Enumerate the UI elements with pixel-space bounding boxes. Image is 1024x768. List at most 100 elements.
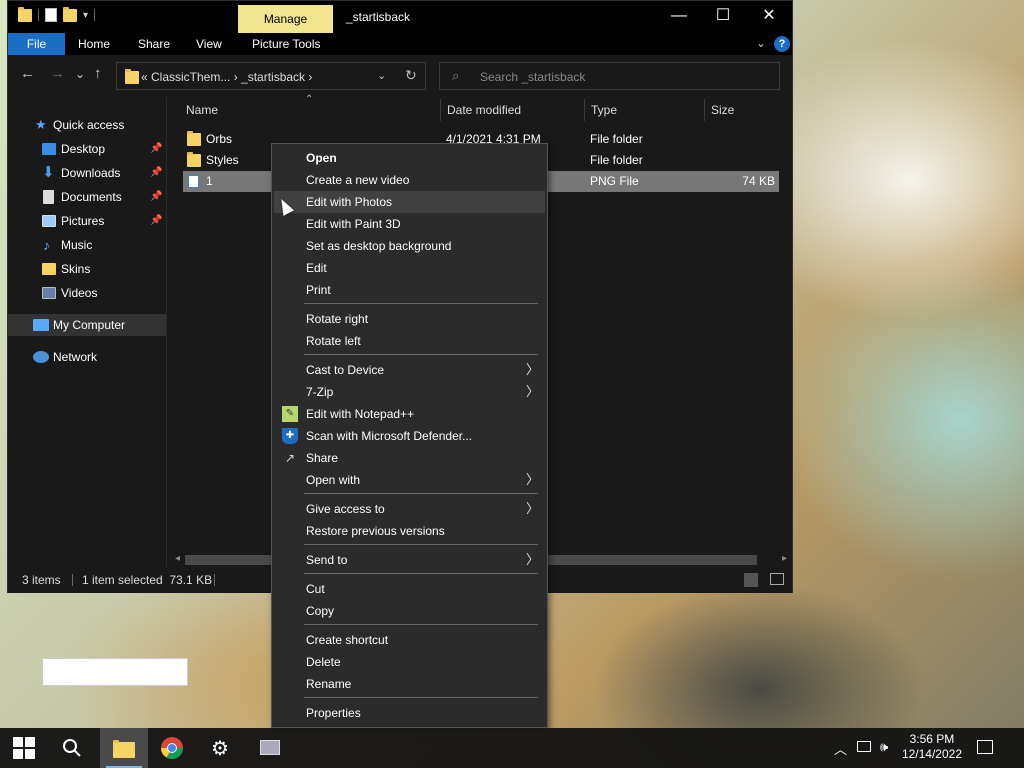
menu-separator xyxy=(304,697,538,698)
pin-icon[interactable]: 📌 xyxy=(150,138,162,160)
network-tray-icon[interactable] xyxy=(857,741,871,752)
column-header-date[interactable]: Date modified xyxy=(447,97,521,123)
sidebar-item-desktop[interactable]: Desktop 📌 xyxy=(8,138,166,160)
minimize-button[interactable]: — xyxy=(656,1,702,31)
maximize-button[interactable]: ☐ xyxy=(700,1,746,31)
menu-item-edit-with-paint3d[interactable]: Edit with Paint 3D xyxy=(274,213,545,235)
sidebar-item-documents[interactable]: Documents 📌 xyxy=(8,186,166,208)
scroll-right-icon[interactable]: ▸ xyxy=(782,553,787,564)
pin-icon[interactable]: 📌 xyxy=(150,162,162,184)
menu-item-rotate-left[interactable]: Rotate left xyxy=(274,330,545,352)
menu-item-create-shortcut[interactable]: Create shortcut xyxy=(274,629,545,651)
menu-item-label: Cut xyxy=(306,582,325,596)
menu-item-restore-versions[interactable]: Restore previous versions xyxy=(274,520,545,542)
menu-item-send-to[interactable]: Send to 〉 xyxy=(274,549,545,571)
sidebar-item-pictures[interactable]: Pictures 📌 xyxy=(8,210,166,232)
menu-item-edit-with-notepadpp[interactable]: ✎ Edit with Notepad++ xyxy=(274,403,545,425)
properties-icon[interactable] xyxy=(45,8,57,22)
up-arrow-icon[interactable]: ↑ xyxy=(94,65,102,82)
menu-separator xyxy=(304,303,538,304)
tab-home[interactable]: Home xyxy=(78,33,110,55)
tab-picture-tools[interactable]: Picture Tools xyxy=(252,33,320,55)
pin-icon[interactable]: 📌 xyxy=(150,210,162,232)
folder-icon[interactable] xyxy=(18,6,32,22)
file-name: Orbs xyxy=(206,132,233,146)
sidebar-item-videos[interactable]: Videos xyxy=(8,282,166,304)
sidebar-item-quick-access[interactable]: ★ Quick access xyxy=(8,114,166,136)
menu-item-set-desktop-background[interactable]: Set as desktop background xyxy=(274,235,545,257)
menu-item-edit-with-photos[interactable]: Edit with Photos xyxy=(274,191,545,213)
column-header-size[interactable]: Size xyxy=(711,97,734,123)
sidebar-item-label: Desktop xyxy=(61,142,106,156)
system-clock[interactable]: 3:56 PM 12/14/2022 xyxy=(902,732,962,762)
show-hidden-icons-icon[interactable]: ︿ xyxy=(834,739,847,758)
column-divider[interactable] xyxy=(704,99,705,121)
taskbar-file-explorer[interactable] xyxy=(100,728,148,768)
sidebar-item-downloads[interactable]: ⬇ Downloads 📌 xyxy=(8,162,166,184)
menu-item-copy[interactable]: Copy xyxy=(274,600,545,622)
desktop-rename-box[interactable] xyxy=(42,658,188,686)
customize-toolbar-icon[interactable]: ▾ xyxy=(83,10,88,21)
column-divider[interactable] xyxy=(584,99,585,121)
refresh-icon[interactable]: ↻ xyxy=(405,67,417,84)
address-path[interactable]: « ClassicThem... › _startisback › xyxy=(141,70,312,84)
menu-item-rename[interactable]: Rename xyxy=(274,673,545,695)
address-bar[interactable]: « ClassicThem... › _startisback › ⌄ ↻ xyxy=(116,62,426,90)
start-button[interactable] xyxy=(0,728,48,768)
expand-ribbon-icon[interactable]: ⌄ xyxy=(756,36,766,50)
menu-item-label: Share xyxy=(306,451,339,465)
pin-icon[interactable]: 📌 xyxy=(150,186,162,208)
search-placeholder[interactable]: Search _startisback xyxy=(480,70,585,84)
menu-item-scan-defender[interactable]: ✚ Scan with Microsoft Defender... xyxy=(274,425,545,447)
menu-item-edit[interactable]: Edit xyxy=(274,257,545,279)
taskbar-chrome[interactable] xyxy=(148,728,196,768)
menu-item-properties[interactable]: Properties xyxy=(274,702,545,724)
menu-item-open-with[interactable]: Open with 〉 xyxy=(274,469,545,491)
notifications-icon[interactable] xyxy=(977,740,993,754)
menu-item-give-access[interactable]: Give access to 〉 xyxy=(274,498,545,520)
column-divider[interactable] xyxy=(440,99,441,121)
sidebar-item-label: My Computer xyxy=(53,318,126,332)
menu-item-rotate-right[interactable]: Rotate right xyxy=(274,308,545,330)
address-dropdown-icon[interactable]: ⌄ xyxy=(377,69,386,82)
menu-item-print[interactable]: Print xyxy=(274,279,545,301)
menu-item-label: Send to xyxy=(306,553,348,567)
menu-item-open[interactable]: Open xyxy=(274,147,545,169)
sidebar-item-music[interactable]: ♪ Music xyxy=(8,234,166,256)
menu-item-share[interactable]: ↗ Share xyxy=(274,447,545,469)
chrome-icon xyxy=(161,737,183,759)
details-view-icon[interactable] xyxy=(744,573,758,587)
menu-item-label: Open with xyxy=(306,473,361,487)
manage-tab[interactable]: Manage xyxy=(238,5,333,33)
close-button[interactable]: ✕ xyxy=(746,1,792,31)
submenu-arrow-icon: 〉 xyxy=(525,552,539,567)
search-button[interactable] xyxy=(48,728,96,768)
tab-share[interactable]: Share xyxy=(138,33,170,55)
search-box[interactable]: ⌕ Search _startisback xyxy=(439,62,780,90)
forward-arrow-icon[interactable]: → xyxy=(50,65,65,82)
sidebar-item-network[interactable]: Network xyxy=(8,346,166,368)
tab-view[interactable]: View xyxy=(196,33,222,55)
menu-item-delete[interactable]: Delete xyxy=(274,651,545,673)
menu-item-create-video[interactable]: Create a new video xyxy=(274,169,545,191)
sidebar-item-label: Network xyxy=(53,350,98,364)
column-header-name[interactable]: Name xyxy=(186,97,218,123)
help-icon[interactable]: ? xyxy=(774,36,790,52)
volume-icon[interactable]: 🕪 xyxy=(880,739,888,755)
menu-item-cast-to-device[interactable]: Cast to Device 〉 xyxy=(274,359,545,381)
column-header-type[interactable]: Type xyxy=(591,97,617,123)
new-folder-icon[interactable] xyxy=(63,6,77,22)
recent-locations-icon[interactable]: ⌄ xyxy=(75,67,85,81)
back-arrow-icon[interactable]: ← xyxy=(20,65,35,82)
scroll-left-icon[interactable]: ◂ xyxy=(175,553,180,564)
taskbar-app[interactable] xyxy=(246,728,294,768)
sidebar-item-skins[interactable]: Skins xyxy=(8,258,166,280)
sidebar-item-label: Quick access xyxy=(53,118,125,132)
menu-item-7zip[interactable]: 7-Zip 〉 xyxy=(274,381,545,403)
tab-file[interactable]: File xyxy=(8,33,65,55)
large-icons-view-icon[interactable] xyxy=(770,573,784,585)
menu-item-cut[interactable]: Cut xyxy=(274,578,545,600)
menu-separator xyxy=(304,493,538,494)
taskbar-settings[interactable]: ⚙ xyxy=(196,728,244,768)
sidebar-item-my-computer[interactable]: My Computer xyxy=(8,314,166,336)
